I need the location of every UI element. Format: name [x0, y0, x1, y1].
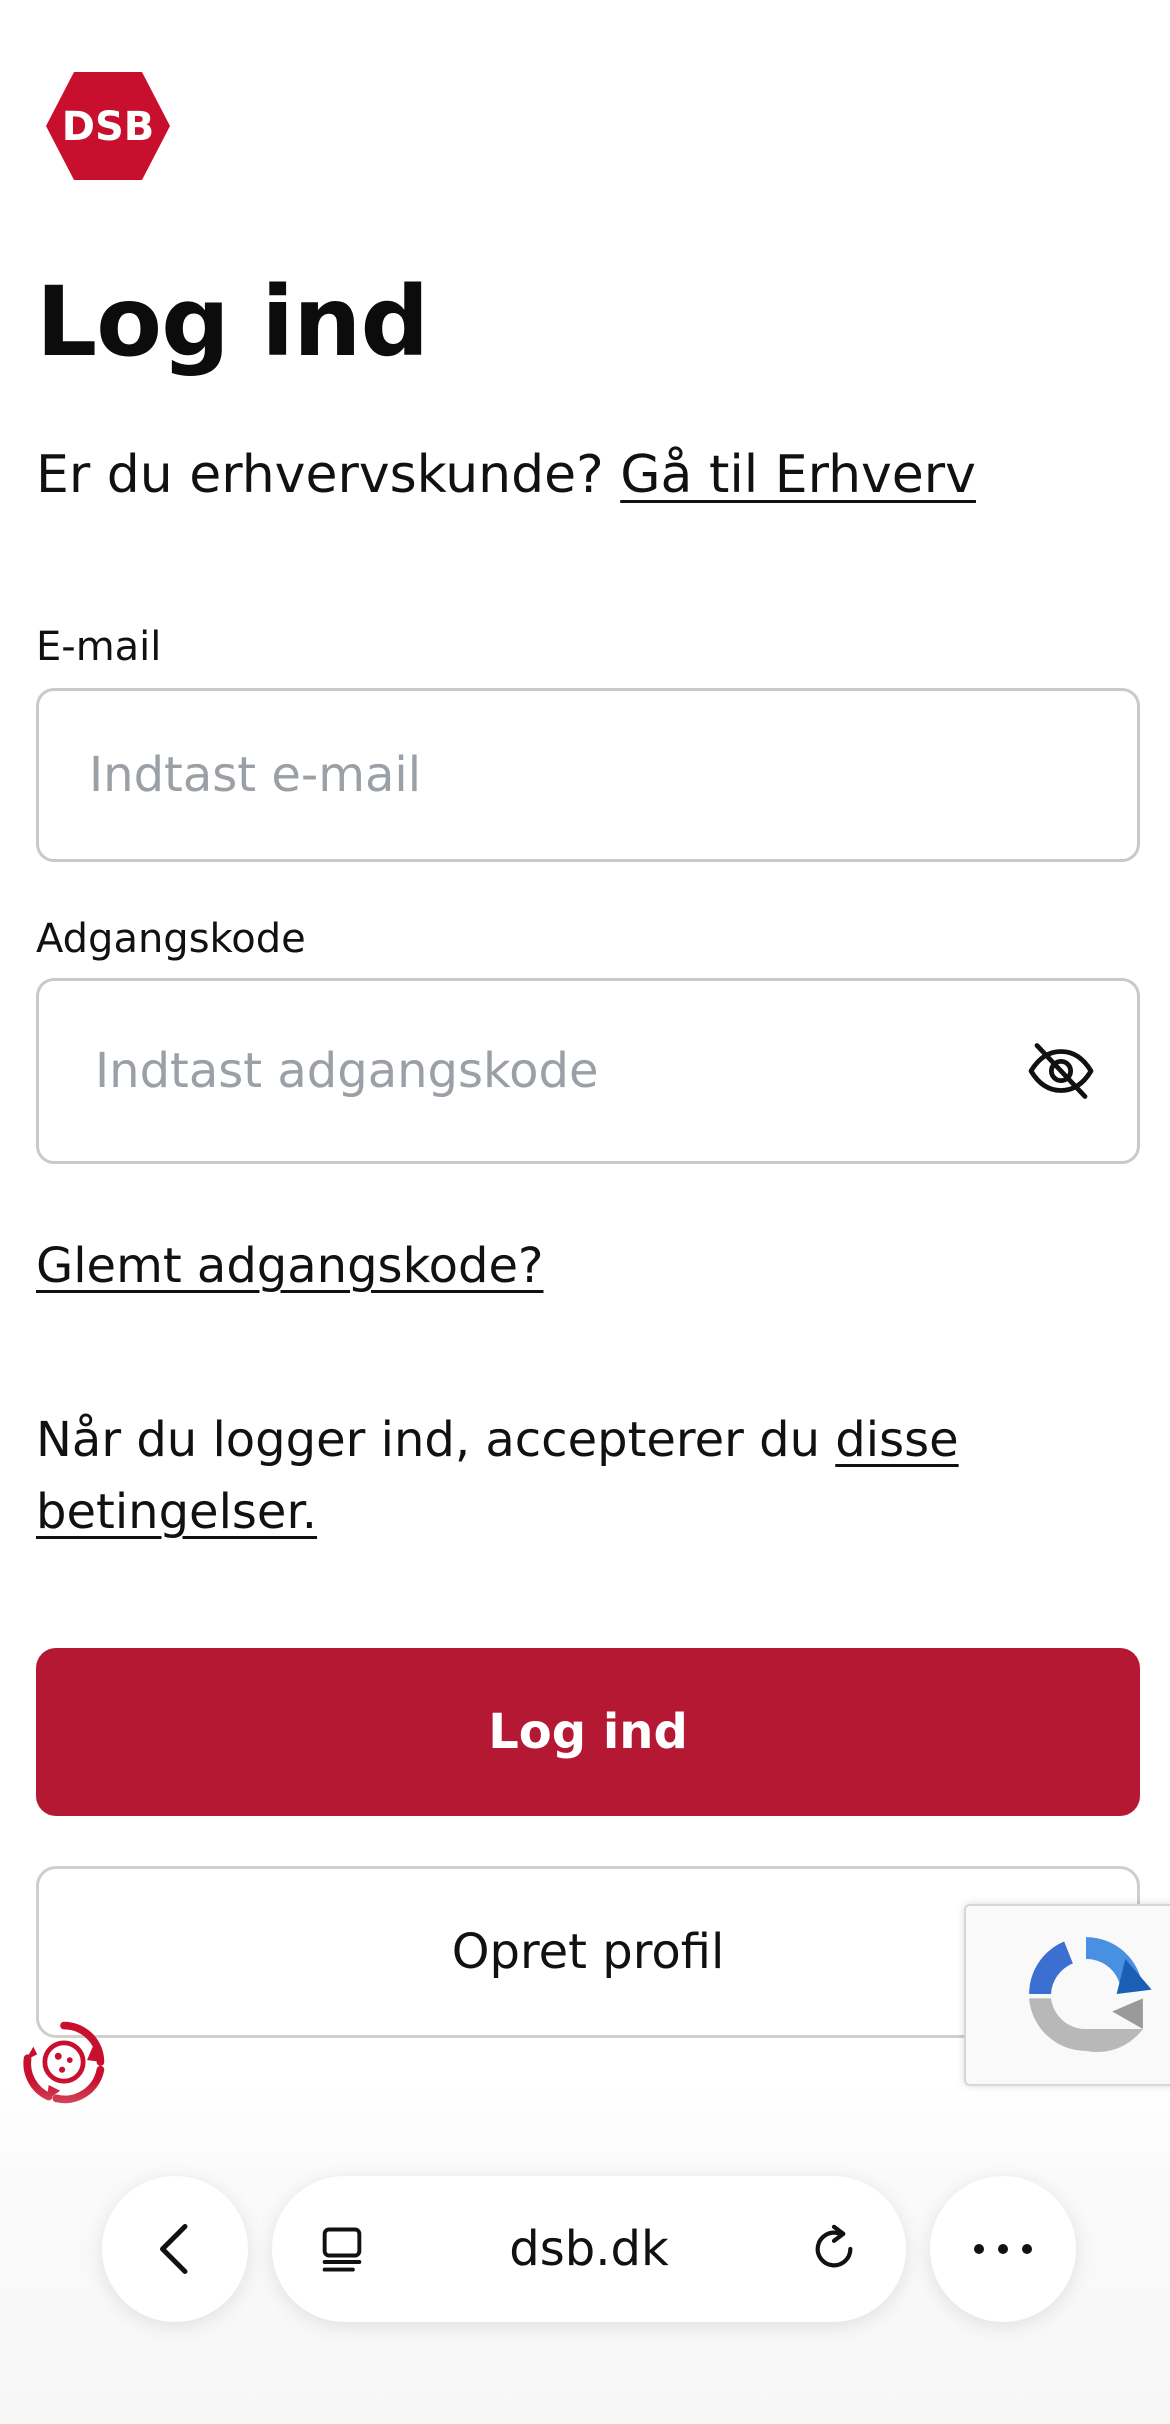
email-field-container: [36, 688, 1140, 862]
business-link[interactable]: Gå til Erhverv: [620, 445, 976, 505]
address-bar[interactable]: dsb.dk: [272, 2176, 906, 2322]
password-field-container: [36, 978, 1140, 1164]
business-prompt: Er du erhvervskunde? Gå til Erhverv: [36, 440, 976, 510]
eye-slash-icon[interactable]: [1025, 1035, 1097, 1107]
back-icon: [160, 2224, 188, 2274]
email-label: E-mail: [36, 624, 162, 670]
forgot-password-link[interactable]: Glemt adgangskode?: [36, 1236, 544, 1296]
password-label: Adgangskode: [36, 916, 306, 962]
recaptcha-badge[interactable]: [964, 1904, 1170, 2086]
business-question: Er du erhvervskunde?: [36, 445, 604, 505]
recaptcha-icon: [1029, 1937, 1152, 2052]
page-title: Log ind: [36, 266, 429, 378]
back-button[interactable]: [102, 2176, 248, 2322]
more-icon: [974, 2244, 1032, 2254]
terms-prefix: Når du logger ind, accepterer du: [36, 1412, 821, 1468]
reload-icon[interactable]: [806, 2221, 862, 2277]
more-button[interactable]: [930, 2176, 1076, 2322]
dsb-logo: DSB: [46, 72, 170, 180]
logo-text: DSB: [62, 104, 155, 150]
terms-text: Når du logger ind, accepterer du disse b…: [36, 1404, 1116, 1548]
email-field[interactable]: [39, 691, 1137, 859]
login-button[interactable]: Log ind: [36, 1648, 1140, 1816]
password-field[interactable]: [39, 981, 1137, 1161]
